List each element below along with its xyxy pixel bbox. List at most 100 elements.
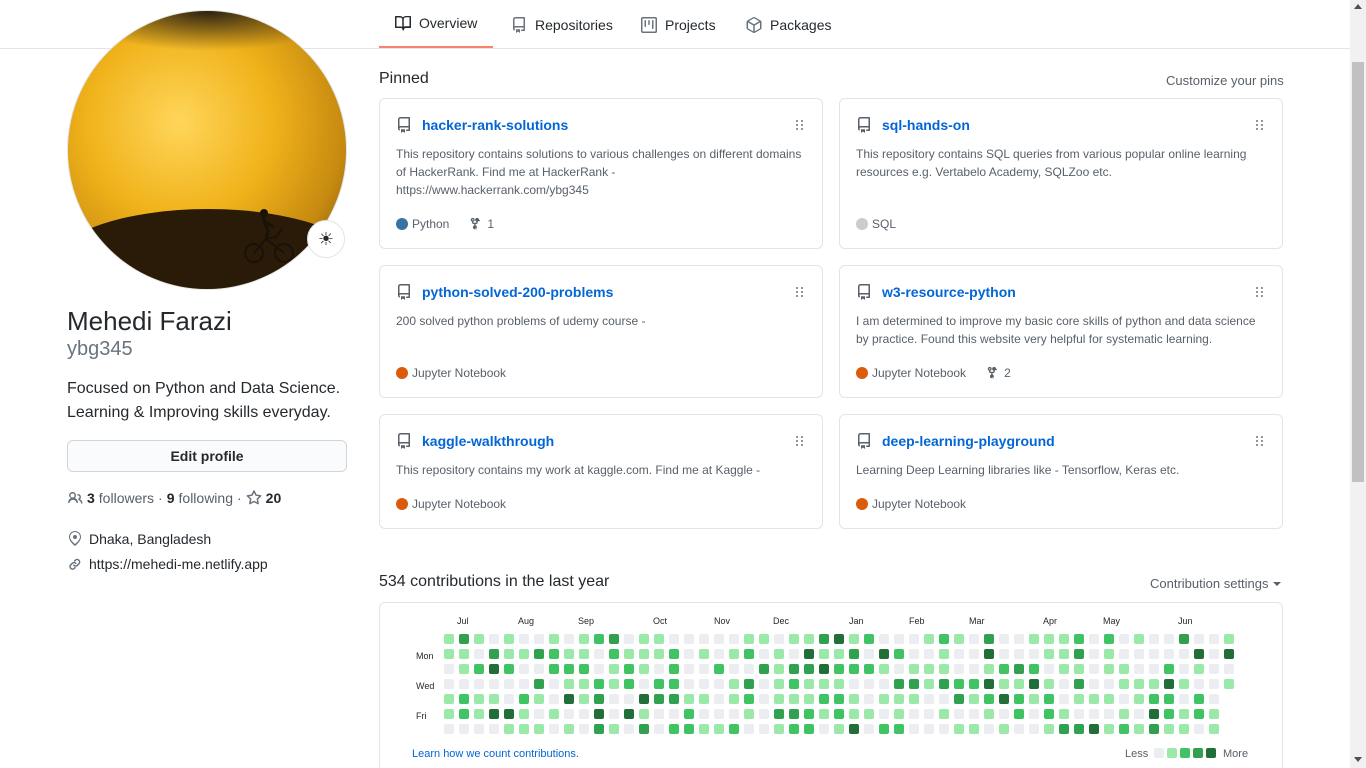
contribution-day[interactable] <box>639 664 649 674</box>
contribution-day[interactable] <box>1179 679 1189 689</box>
contribution-day[interactable] <box>834 664 844 674</box>
status-badge[interactable]: ☀ <box>307 220 345 258</box>
contribution-day[interactable] <box>1179 664 1189 674</box>
contribution-day[interactable] <box>579 649 589 659</box>
contribution-day[interactable] <box>1059 649 1069 659</box>
contribution-day[interactable] <box>969 694 979 704</box>
contribution-day[interactable] <box>894 709 904 719</box>
contribution-day[interactable] <box>654 634 664 644</box>
contribution-day[interactable] <box>1119 649 1129 659</box>
contribution-day[interactable] <box>939 709 949 719</box>
contribution-day[interactable] <box>939 664 949 674</box>
contribution-day[interactable] <box>864 724 874 734</box>
contribution-day[interactable] <box>624 649 634 659</box>
contribution-day[interactable] <box>1104 709 1114 719</box>
contribution-day[interactable] <box>474 709 484 719</box>
contribution-day[interactable] <box>759 634 769 644</box>
edit-profile-button[interactable]: Edit profile <box>67 440 347 472</box>
contribution-day[interactable] <box>954 709 964 719</box>
contribution-day[interactable] <box>1029 634 1039 644</box>
contribution-settings-dropdown[interactable]: Contribution settings <box>1150 576 1281 591</box>
contribution-day[interactable] <box>729 679 739 689</box>
contribution-day[interactable] <box>474 679 484 689</box>
contribution-day[interactable] <box>504 649 514 659</box>
contribution-day[interactable] <box>744 664 754 674</box>
contribution-day[interactable] <box>1164 709 1174 719</box>
contribution-day[interactable] <box>624 724 634 734</box>
contribution-day[interactable] <box>1089 724 1099 734</box>
contribution-day[interactable] <box>459 649 469 659</box>
contribution-day[interactable] <box>819 709 829 719</box>
contribution-day[interactable] <box>444 649 454 659</box>
drag-handle-icon[interactable] <box>796 436 804 448</box>
contribution-day[interactable] <box>459 664 469 674</box>
contribution-day[interactable] <box>954 724 964 734</box>
contribution-day[interactable] <box>504 679 514 689</box>
tab-packages[interactable]: Packages <box>746 0 831 49</box>
contribution-day[interactable] <box>654 679 664 689</box>
drag-handle-icon[interactable] <box>796 287 804 299</box>
contribution-day[interactable] <box>609 694 619 704</box>
contribution-day[interactable] <box>1044 649 1054 659</box>
contribution-day[interactable] <box>1014 724 1024 734</box>
contribution-day[interactable] <box>849 694 859 704</box>
contribution-day[interactable] <box>1194 709 1204 719</box>
avatar[interactable] <box>67 10 347 290</box>
contribution-day[interactable] <box>669 709 679 719</box>
contribution-day[interactable] <box>654 694 664 704</box>
contribution-day[interactable] <box>684 679 694 689</box>
scroll-down-icon[interactable] <box>1354 757 1362 762</box>
contribution-day[interactable] <box>549 634 559 644</box>
contribution-day[interactable] <box>789 634 799 644</box>
contribution-day[interactable] <box>519 709 529 719</box>
contribution-day[interactable] <box>999 649 1009 659</box>
contribution-day[interactable] <box>459 694 469 704</box>
contribution-day[interactable] <box>1044 709 1054 719</box>
contribution-day[interactable] <box>879 634 889 644</box>
contribution-day[interactable] <box>669 724 679 734</box>
contribution-day[interactable] <box>984 649 994 659</box>
contribution-day[interactable] <box>444 664 454 674</box>
contribution-day[interactable] <box>549 679 559 689</box>
contribution-day[interactable] <box>519 649 529 659</box>
contribution-day[interactable] <box>894 634 904 644</box>
contribution-day[interactable] <box>579 709 589 719</box>
contribution-day[interactable] <box>1104 634 1114 644</box>
contribution-day[interactable] <box>639 649 649 659</box>
contribution-day[interactable] <box>969 724 979 734</box>
contribution-day[interactable] <box>759 664 769 674</box>
contribution-day[interactable] <box>1164 679 1174 689</box>
contribution-day[interactable] <box>774 694 784 704</box>
contribution-day[interactable] <box>804 694 814 704</box>
contribution-day[interactable] <box>984 679 994 689</box>
contribution-day[interactable] <box>1104 649 1114 659</box>
contribution-day[interactable] <box>699 634 709 644</box>
contribution-day[interactable] <box>444 709 454 719</box>
contribution-day[interactable] <box>1074 724 1084 734</box>
contribution-day[interactable] <box>549 709 559 719</box>
contribution-day[interactable] <box>1224 679 1234 689</box>
learn-contributions-link[interactable]: Learn how we count contributions. <box>412 748 579 760</box>
contribution-day[interactable] <box>714 664 724 674</box>
contribution-day[interactable] <box>969 664 979 674</box>
contribution-day[interactable] <box>714 634 724 644</box>
contribution-day[interactable] <box>1089 649 1099 659</box>
contribution-day[interactable] <box>624 634 634 644</box>
contribution-day[interactable] <box>1149 724 1159 734</box>
contribution-day[interactable] <box>1029 709 1039 719</box>
contribution-day[interactable] <box>864 649 874 659</box>
contribution-day[interactable] <box>1149 694 1159 704</box>
contribution-day[interactable] <box>729 634 739 644</box>
contribution-day[interactable] <box>774 679 784 689</box>
contribution-day[interactable] <box>999 724 1009 734</box>
contribution-day[interactable] <box>1164 724 1174 734</box>
contribution-day[interactable] <box>699 694 709 704</box>
contribution-day[interactable] <box>474 649 484 659</box>
contribution-day[interactable] <box>594 694 604 704</box>
contribution-day[interactable] <box>684 634 694 644</box>
contribution-day[interactable] <box>699 649 709 659</box>
contribution-day[interactable] <box>894 649 904 659</box>
contribution-day[interactable] <box>1209 679 1219 689</box>
contribution-day[interactable] <box>1044 679 1054 689</box>
contribution-day[interactable] <box>969 649 979 659</box>
